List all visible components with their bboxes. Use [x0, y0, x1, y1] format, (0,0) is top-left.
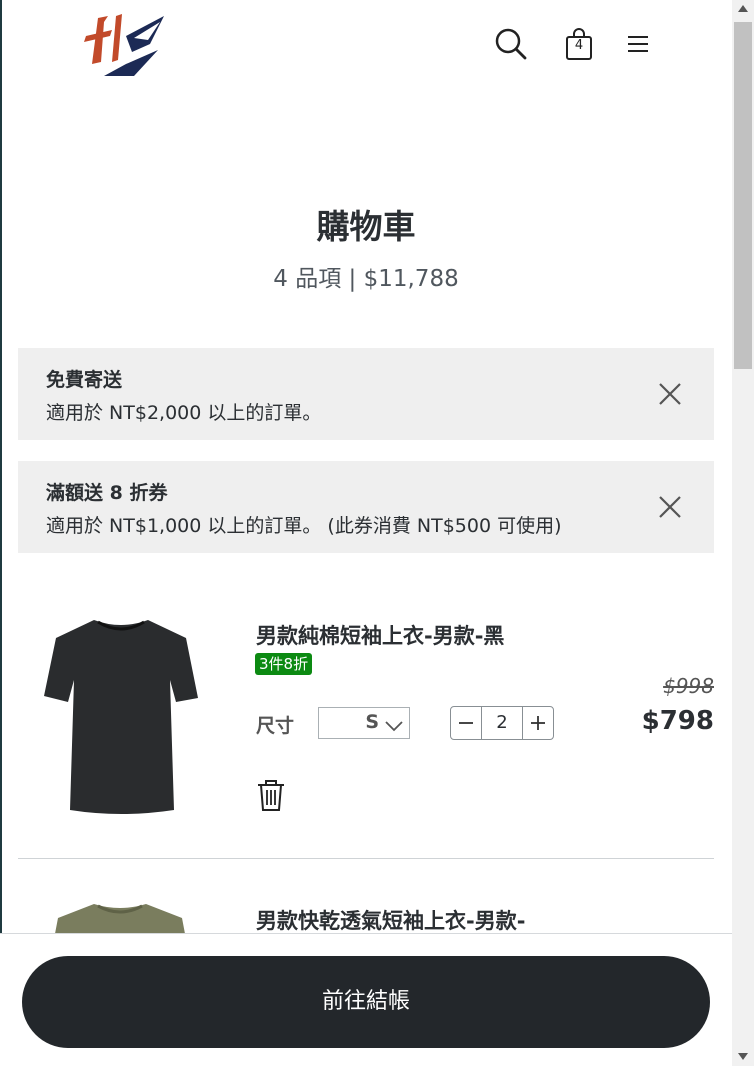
checkout-bar: 前往結帳: [0, 933, 732, 1067]
product-name[interactable]: 男款快乾透氣短袖上衣-男款-: [256, 905, 525, 935]
product-name[interactable]: 男款純棉短袖上衣-男款-黑: [256, 620, 504, 650]
window-edge: [0, 0, 2, 1066]
cart-count-badge: 4: [574, 38, 584, 53]
product-image[interactable]: [36, 610, 206, 820]
product-image[interactable]: [50, 900, 190, 934]
close-icon[interactable]: [652, 376, 688, 412]
size-select[interactable]: S: [318, 707, 410, 739]
promo-description: 適用於 NT$1,000 以上的訂單。 (此券消費 NT$500 可使用): [46, 515, 562, 537]
search-icon[interactable]: [490, 24, 532, 64]
minus-icon: [459, 722, 474, 724]
plus-icon: [530, 716, 545, 730]
scroll-up-arrow-icon[interactable]: [738, 5, 748, 12]
increment-button[interactable]: [523, 707, 553, 739]
promo-description: 適用於 NT$2,000 以上的訂單。: [46, 402, 322, 424]
checkout-button[interactable]: 前往結帳: [22, 956, 710, 1048]
item-divider: [18, 858, 714, 859]
size-label: 尺寸: [256, 715, 295, 737]
hamburger-menu-icon[interactable]: [620, 24, 656, 64]
brand-logo[interactable]: [74, 6, 170, 86]
original-price: $998: [663, 674, 714, 698]
cart-summary: 4 品項 | $11,788: [273, 266, 459, 292]
shopping-bag-icon[interactable]: 4: [560, 24, 598, 64]
scrollbar-thumb[interactable]: [734, 22, 752, 369]
promo-banner-coupon: 滿額送 8 折券 適用於 NT$1,000 以上的訂單。 (此券消費 NT$50…: [18, 461, 714, 553]
decrement-button[interactable]: [451, 707, 481, 739]
size-value: S: [365, 711, 379, 733]
promo-title: 滿額送 8 折券: [46, 482, 168, 504]
discount-badge: 3件8折: [255, 653, 313, 675]
sale-price: $798: [641, 706, 714, 736]
scrollbar[interactable]: [732, 0, 754, 1066]
promo-title: 免費寄送: [46, 369, 123, 391]
chevron-down-icon: [385, 717, 403, 736]
promo-banner-free-shipping: 免費寄送 適用於 NT$2,000 以上的訂單。: [18, 348, 714, 440]
quantity-stepper: 2: [450, 706, 554, 740]
quantity-value[interactable]: 2: [481, 707, 523, 739]
close-icon[interactable]: [652, 489, 688, 525]
trash-icon[interactable]: [255, 778, 287, 812]
scroll-down-arrow-icon[interactable]: [738, 1053, 748, 1060]
page-title: 購物車: [316, 207, 416, 246]
